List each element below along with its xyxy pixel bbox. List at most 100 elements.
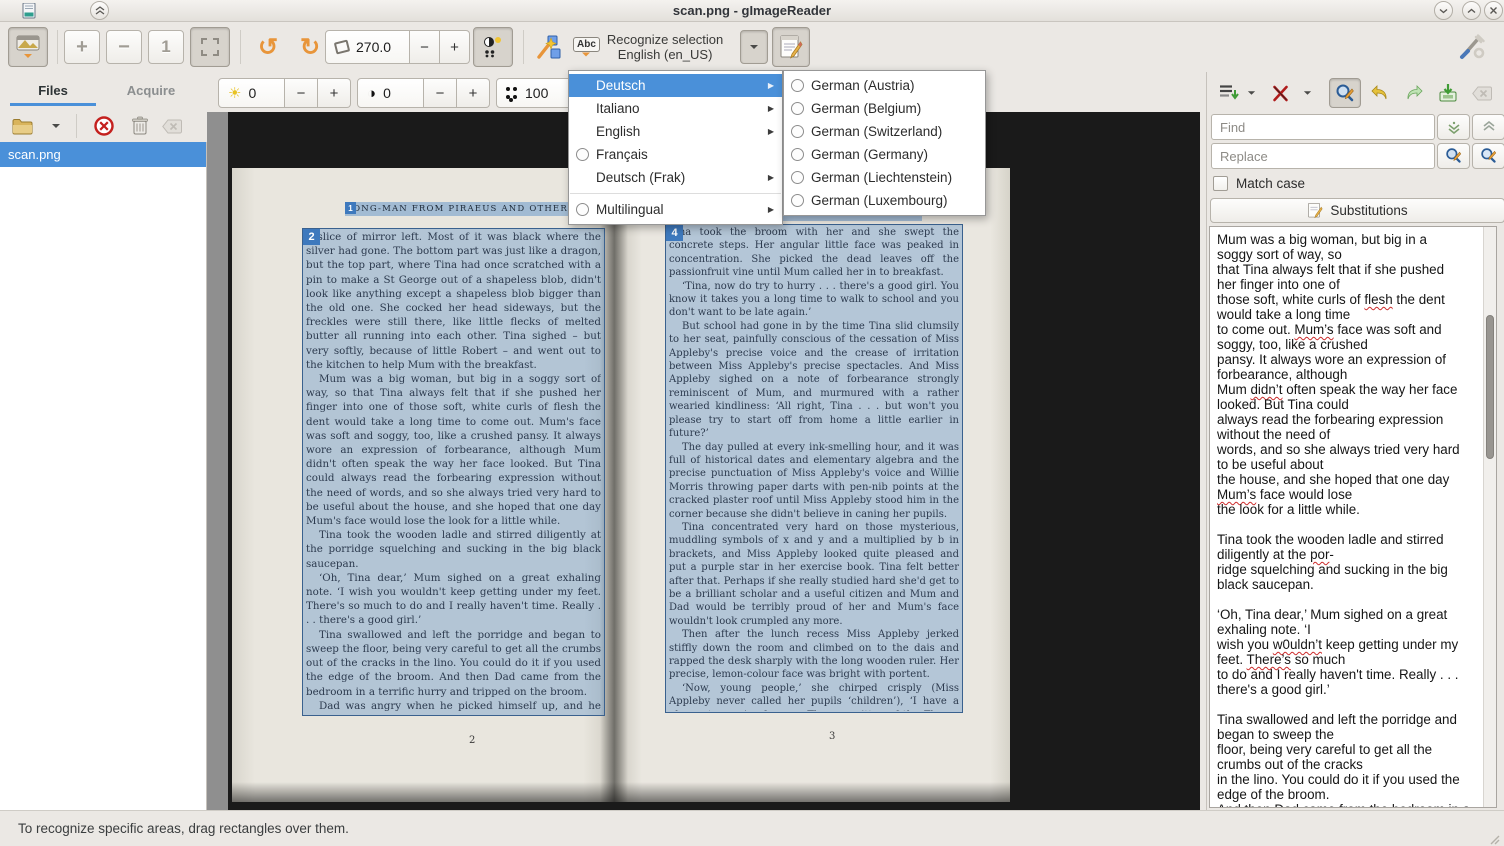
submenu-item-german-austria-[interactable]: German (Austria)	[784, 74, 985, 97]
minus-icon: −	[420, 39, 429, 56]
output-line: began to sweep the	[1217, 727, 1476, 742]
output-line: ridge squelching and sucking in the big	[1217, 562, 1476, 577]
tab-files[interactable]: Files	[6, 78, 100, 106]
submenu-item-german-germany-[interactable]: German (Germany)	[784, 143, 985, 166]
rotate-left-button[interactable]: ↺	[248, 28, 288, 66]
brightness-increase-button[interactable]: +	[318, 78, 351, 108]
menu-item-italiano[interactable]: Italiano▶	[569, 97, 782, 120]
menu-item-multilingual[interactable]: Multilingual▶	[569, 198, 782, 221]
output-scrollbar[interactable]	[1483, 227, 1496, 807]
image-adjust-toggle-button[interactable]	[473, 27, 513, 67]
shade-window-button[interactable]	[90, 1, 109, 20]
strip-dropdown[interactable]	[1299, 82, 1315, 104]
menu-item-label: German (Luxembourg)	[811, 193, 977, 208]
minimize-button[interactable]	[1434, 1, 1453, 20]
misspelled-word: por	[1310, 547, 1329, 562]
redo-button[interactable]	[1401, 80, 1427, 106]
resize-grip[interactable]	[1490, 835, 1500, 845]
plus-icon: +	[76, 36, 88, 59]
find-next-button[interactable]	[1437, 114, 1470, 140]
output-pane-toggle-button[interactable]	[772, 27, 810, 67]
output-textarea[interactable]: Mum was a big woman, but big in asoggy s…	[1209, 226, 1497, 808]
find-previous-button[interactable]	[1472, 114, 1504, 140]
rotate-right-button[interactable]: ↻	[290, 28, 330, 66]
brightness-spinbox[interactable]: ☀ 0	[218, 78, 285, 108]
selection-badge-2: 2	[303, 229, 320, 245]
output-line: forbearance, although	[1217, 367, 1476, 382]
submenu-item-german-belgium-[interactable]: German (Belgium)	[784, 97, 985, 120]
image-controls-button[interactable]	[8, 27, 48, 67]
radio-icon	[791, 148, 804, 161]
book-paragraph: The day pulled at every ink-smelling hou…	[669, 441, 959, 521]
submenu-item-german-liechtenstein-[interactable]: German (Liechtenstein)	[784, 166, 985, 189]
contrast-spinbox[interactable]: ◑ 0	[357, 78, 424, 108]
find-replace-toggle-button[interactable]	[1329, 78, 1361, 108]
resolution-value: 100	[525, 85, 548, 101]
zoom-in-button[interactable]: +	[64, 30, 100, 64]
output-line: looked. But Tina could	[1217, 397, 1476, 412]
misspelled-word: There’s	[1247, 652, 1291, 667]
menu-item-deutsch[interactable]: Deutsch▶	[569, 74, 782, 97]
undo-button[interactable]	[1367, 80, 1393, 106]
rotation-value: 270.0	[356, 39, 391, 55]
open-file-button[interactable]	[8, 112, 38, 140]
book-paragraph: Tina took the wooden ladle and stirred d…	[306, 528, 601, 571]
insert-mode-dropdown[interactable]	[1243, 82, 1259, 104]
contrast-increase-button[interactable]: +	[457, 78, 490, 108]
replace-input[interactable]	[1211, 143, 1435, 169]
tab-acquire[interactable]: Acquire	[104, 78, 198, 106]
maximize-button[interactable]	[1462, 1, 1481, 20]
clear-output-button[interactable]	[1469, 80, 1495, 106]
find-input[interactable]	[1211, 114, 1435, 140]
recognize-language-dropdown-button[interactable]	[740, 30, 768, 64]
zoom-out-button[interactable]: −	[106, 30, 142, 64]
remove-file-button[interactable]	[90, 112, 118, 140]
match-case-checkbox[interactable]	[1213, 176, 1228, 191]
close-button[interactable]	[1484, 1, 1503, 20]
open-file-dropdown-button[interactable]	[44, 112, 68, 140]
brightness-decrease-button[interactable]: −	[285, 78, 318, 108]
output-panel: Match case Substitutions Mum was a big w…	[1206, 72, 1504, 810]
clear-files-button[interactable]	[158, 112, 186, 140]
output-line	[1217, 517, 1476, 532]
rotation-spinbox[interactable]: 270.0	[325, 30, 410, 64]
replace-icon	[1445, 147, 1463, 165]
save-output-button[interactable]	[1435, 80, 1461, 106]
page-number: 2	[469, 735, 475, 746]
strip-crop-marks-button[interactable]	[1267, 80, 1293, 106]
menu-item-deutsch-frak-[interactable]: Deutsch (Frak)▶	[569, 166, 782, 189]
selection-region-4[interactable]: Tina took the broom with her and she swe…	[665, 224, 963, 713]
misspelled-word: Mum’s	[1217, 487, 1256, 502]
main-toolbar: + − 1 ↺ ↻ 270.0 − + Abc Recognize select…	[0, 22, 1504, 72]
delete-file-button[interactable]	[126, 112, 154, 140]
submenu-item-german-luxembourg-[interactable]: German (Luxembourg)	[784, 189, 985, 212]
best-fit-button[interactable]	[190, 27, 230, 67]
menu-item-label: Français	[596, 147, 774, 162]
rotation-increase-button[interactable]: +	[440, 30, 470, 64]
original-size-button[interactable]: 1	[148, 30, 184, 64]
radio-icon	[791, 194, 804, 207]
settings-button[interactable]	[1452, 28, 1492, 66]
file-list-item[interactable]: scan.png	[0, 142, 206, 167]
submenu-item-german-switzerland-[interactable]: German (Switzerland)	[784, 120, 985, 143]
menu-item-english[interactable]: English▶	[569, 120, 782, 143]
output-line: black saucepan.	[1217, 577, 1476, 592]
recognize-button[interactable]: Abc Recognize selection English (en_US)	[573, 26, 738, 68]
resolution-spinbox[interactable]: 100	[496, 78, 572, 108]
insert-mode-button[interactable]	[1215, 80, 1243, 106]
rotation-decrease-button[interactable]: −	[410, 30, 440, 64]
book-paragraph: Tina concentrated very hard on those mys…	[669, 521, 959, 628]
misspelled-word: flesh	[1364, 292, 1392, 307]
output-line	[1217, 697, 1476, 712]
menu-item-fran-ais[interactable]: Français	[569, 143, 782, 166]
replace-button[interactable]	[1437, 143, 1470, 169]
files-toolbar	[0, 110, 207, 142]
contrast-decrease-button[interactable]: −	[424, 78, 457, 108]
substitutions-button[interactable]: Substitutions	[1210, 198, 1504, 223]
rotate-right-icon: ↻	[300, 33, 320, 62]
selection-region-2[interactable]: a slice of mirror left. Most of it was b…	[302, 228, 605, 716]
match-case-option[interactable]: Match case	[1213, 174, 1503, 192]
scrollbar-thumb[interactable]	[1486, 315, 1494, 459]
auto-layout-button[interactable]	[530, 28, 568, 66]
replace-all-button[interactable]	[1472, 143, 1504, 169]
